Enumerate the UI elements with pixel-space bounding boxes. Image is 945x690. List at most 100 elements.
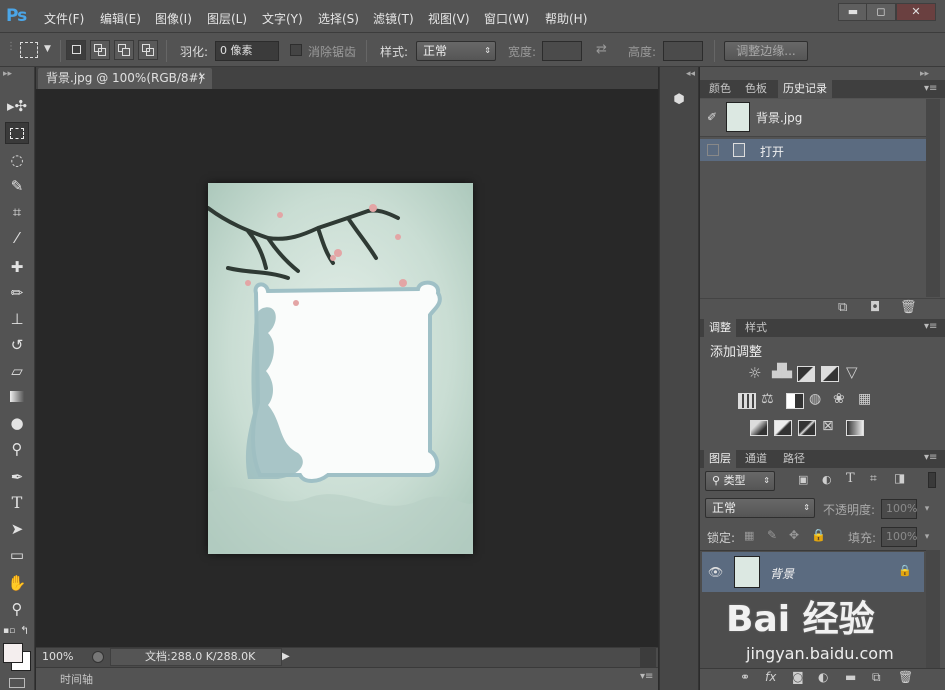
menu-edit[interactable]: 编辑(E): [100, 10, 141, 27]
layer-filter-select[interactable]: ⚲ 类型 ⇕: [705, 471, 775, 491]
default-colors-icon[interactable]: ▪▫: [3, 626, 15, 636]
tab-history[interactable]: 历史记录: [778, 80, 832, 98]
history-panel-menu-icon[interactable]: ▾≡: [924, 83, 937, 94]
history-source-checkbox[interactable]: [707, 144, 719, 156]
opacity-input[interactable]: 100%: [881, 499, 917, 519]
filter-adjustment-icon[interactable]: ◐: [822, 473, 832, 486]
blend-mode-select[interactable]: 正常 ⇕: [705, 498, 815, 518]
subtract-selection-button[interactable]: [114, 40, 134, 60]
refine-edge-button[interactable]: 调整边缘...: [724, 41, 808, 61]
levels-icon[interactable]: ▟▙: [772, 364, 792, 379]
3d-panel-icon[interactable]: ⬢: [670, 92, 688, 110]
history-brush-tool-icon[interactable]: ↺: [5, 334, 29, 356]
menu-layer[interactable]: 图层(L): [207, 10, 247, 27]
fill-input[interactable]: 100%: [881, 527, 917, 547]
filter-type-icon[interactable]: T: [846, 471, 855, 486]
add-selection-button[interactable]: [90, 40, 110, 60]
channel-mixer-icon[interactable]: ❀: [833, 391, 845, 407]
exposure-icon[interactable]: [821, 366, 839, 382]
history-brush-source-icon[interactable]: ✐: [707, 110, 717, 124]
minimize-button[interactable]: ▬: [838, 3, 868, 21]
new-selection-button[interactable]: [66, 40, 86, 60]
close-button[interactable]: ✕: [896, 3, 936, 21]
document-image[interactable]: [206, 183, 473, 554]
filter-shape-icon[interactable]: ⌗: [870, 471, 877, 486]
tab-styles[interactable]: 样式: [740, 319, 772, 337]
hand-tool-icon[interactable]: ✋: [5, 572, 29, 594]
photo-filter-icon[interactable]: ◍: [809, 391, 821, 407]
menu-window[interactable]: 窗口(W): [484, 10, 529, 27]
timeline-menu-icon[interactable]: ▾≡: [640, 671, 653, 682]
lock-position-icon[interactable]: ✥: [789, 528, 799, 542]
tab-layers[interactable]: 图层: [704, 450, 736, 468]
maximize-button[interactable]: ◻: [866, 3, 896, 21]
lock-all-icon[interactable]: 🔒: [811, 528, 826, 542]
brush-tool-icon[interactable]: ✏: [5, 282, 29, 304]
new-document-from-state-icon[interactable]: ⧉: [838, 300, 847, 315]
gradient-tool-icon[interactable]: [5, 386, 29, 408]
status-info-icon[interactable]: [92, 651, 104, 663]
delete-state-icon[interactable]: 🗑: [900, 300, 917, 315]
move-tool-icon[interactable]: ▸✣: [5, 95, 29, 117]
healing-brush-tool-icon[interactable]: ✚: [5, 256, 29, 278]
collapse-dock-icon[interactable]: ◂◂: [686, 69, 695, 79]
black-white-icon[interactable]: [786, 393, 804, 409]
filter-toggle[interactable]: [928, 472, 936, 488]
close-tab-icon[interactable]: ✕: [198, 68, 206, 88]
invert-icon[interactable]: [750, 420, 768, 436]
document-tab[interactable]: 背景.jpg @ 100%(RGB/8#) ✕: [38, 68, 212, 89]
menu-image[interactable]: 图像(I): [155, 10, 192, 27]
history-scrollbar[interactable]: [926, 99, 940, 297]
tab-swatches[interactable]: 色板: [740, 80, 772, 98]
new-adjustment-layer-icon[interactable]: ◐: [818, 670, 828, 684]
fill-dropdown-icon[interactable]: ▾: [919, 527, 935, 547]
layer-style-fx-icon[interactable]: fx: [765, 670, 776, 684]
menu-select[interactable]: 选择(S): [318, 10, 359, 27]
menu-type[interactable]: 文字(Y): [262, 10, 303, 27]
eye-visibility-icon[interactable]: 👁: [708, 565, 723, 579]
zoom-tool-icon[interactable]: ⚲: [5, 598, 29, 620]
selective-color-icon[interactable]: ⊠: [822, 418, 834, 434]
swap-icon[interactable]: ⇄: [596, 42, 607, 57]
color-lookup-icon[interactable]: ▦: [858, 391, 871, 407]
clone-stamp-tool-icon[interactable]: ⊥: [5, 308, 29, 330]
new-snapshot-icon[interactable]: ◘: [870, 300, 880, 315]
zoom-level[interactable]: 100%: [42, 650, 73, 663]
new-layer-icon[interactable]: ⧉: [872, 670, 881, 685]
add-mask-icon[interactable]: ◙: [792, 670, 804, 684]
path-selection-tool-icon[interactable]: ➤: [5, 518, 29, 540]
menu-view[interactable]: 视图(V): [428, 10, 470, 27]
opacity-dropdown-icon[interactable]: ▾: [919, 499, 935, 519]
dodge-tool-icon[interactable]: ⚲: [5, 438, 29, 460]
lasso-tool-icon[interactable]: ◌: [5, 149, 29, 171]
new-group-icon[interactable]: ▬: [845, 670, 856, 684]
blur-tool-icon[interactable]: ●: [5, 412, 29, 434]
tab-paths[interactable]: 路径: [778, 450, 810, 468]
type-tool-icon[interactable]: T: [5, 492, 29, 514]
lock-transparent-icon[interactable]: ▦: [744, 529, 754, 542]
layers-panel-menu-icon[interactable]: ▾≡: [924, 452, 937, 463]
quick-selection-tool-icon[interactable]: ✎: [5, 175, 29, 197]
tab-color[interactable]: 颜色: [704, 80, 736, 98]
eraser-tool-icon[interactable]: ▱: [5, 360, 29, 382]
rectangle-tool-icon[interactable]: ▭: [5, 544, 29, 566]
height-input[interactable]: [663, 41, 703, 61]
brightness-contrast-icon[interactable]: ☼: [748, 364, 761, 382]
vibrance-icon[interactable]: ▽: [846, 363, 858, 381]
menu-help[interactable]: 帮助(H): [545, 10, 587, 27]
eyedropper-tool-icon[interactable]: ⁄: [5, 227, 29, 249]
menu-filter[interactable]: 滤镜(T): [373, 10, 414, 27]
threshold-icon[interactable]: [798, 420, 816, 436]
adjustments-panel-menu-icon[interactable]: ▾≡: [924, 321, 937, 332]
filter-pixel-icon[interactable]: ▣: [798, 473, 808, 486]
layer-name[interactable]: 背景: [770, 565, 794, 582]
pen-tool-icon[interactable]: ✒: [5, 466, 29, 488]
feather-input[interactable]: 0 像素: [215, 41, 279, 61]
preset-dropdown-icon[interactable]: ▼: [44, 44, 51, 54]
lock-image-icon[interactable]: ✎: [767, 528, 777, 542]
link-layers-icon[interactable]: ⚭: [740, 670, 750, 684]
style-select[interactable]: 正常 ⇕: [416, 41, 496, 61]
width-input[interactable]: [542, 41, 582, 61]
color-balance-icon[interactable]: ⚖: [761, 391, 774, 407]
hue-saturation-icon[interactable]: [738, 393, 756, 409]
